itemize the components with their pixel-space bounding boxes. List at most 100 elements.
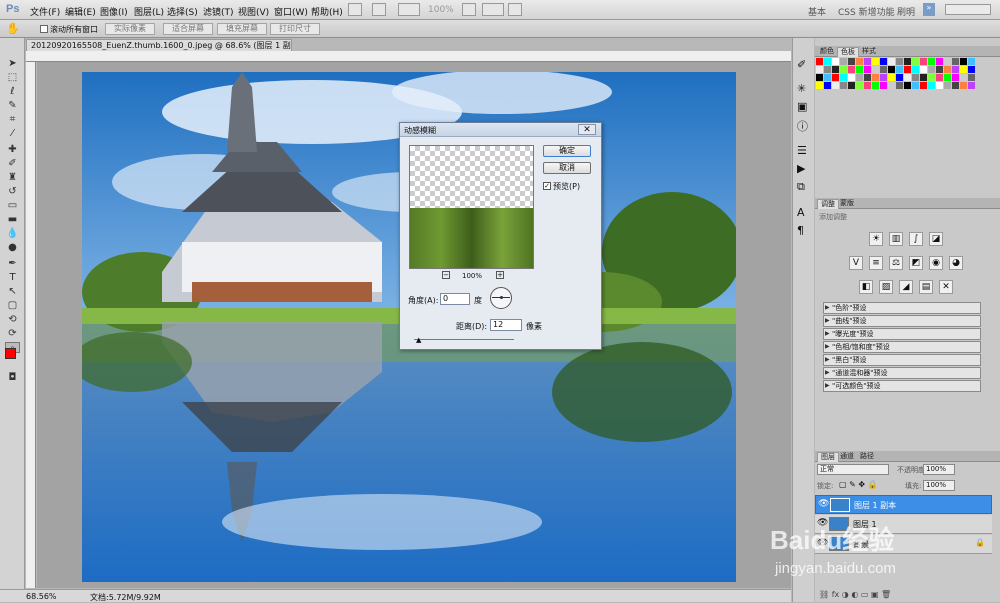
swatch[interactable] (824, 82, 831, 89)
menu-window[interactable]: 窗口(W) (274, 5, 308, 18)
swatch[interactable] (840, 74, 847, 81)
swatch[interactable] (968, 82, 975, 89)
swatch[interactable] (952, 66, 959, 73)
swatch[interactable] (832, 58, 839, 65)
swatch[interactable] (896, 58, 903, 65)
swatch[interactable] (960, 74, 967, 81)
swatch[interactable] (856, 66, 863, 73)
swatch[interactable] (888, 66, 895, 73)
preset-channel-mixer[interactable]: "通道混和器"预设 (823, 367, 981, 379)
navigator-icon[interactable]: ▣ (797, 100, 807, 113)
swatch[interactable] (840, 58, 847, 65)
swatch[interactable] (832, 66, 839, 73)
fill-screen-button[interactable]: 填充屏幕 (217, 23, 267, 35)
3d-rotate-icon[interactable]: ⟲ (5, 314, 20, 325)
swatch[interactable] (936, 58, 943, 65)
swatch[interactable] (872, 74, 879, 81)
menu-layer[interactable]: 图层(L) (134, 5, 164, 18)
swatch[interactable] (816, 66, 823, 73)
lock-icons[interactable]: ▢ ✎ ✥ 🔒 (839, 480, 878, 489)
distance-input[interactable]: 12 (490, 319, 522, 331)
history-brush-icon[interactable]: ↺ (5, 186, 20, 197)
search-help-box[interactable] (945, 4, 991, 15)
color-balance-icon[interactable]: ⚖ (889, 256, 903, 270)
swatch[interactable] (936, 82, 943, 89)
swatch[interactable] (968, 66, 975, 73)
swatch[interactable] (936, 66, 943, 73)
menu-file[interactable]: 文件(F) (30, 5, 60, 18)
tab-adjustments[interactable]: 调整 (817, 199, 839, 209)
swatch[interactable] (864, 74, 871, 81)
swatch[interactable] (864, 82, 871, 89)
workspace-paint[interactable]: 刷明 (897, 5, 915, 18)
channel-mixer-icon[interactable]: ◕ (949, 256, 963, 270)
bridge-icon[interactable] (348, 3, 362, 16)
invert-icon[interactable]: ◧ (859, 280, 873, 294)
path-select-icon[interactable]: ↖ (5, 286, 20, 297)
swatch[interactable] (896, 82, 903, 89)
bw-icon[interactable]: ◩ (909, 256, 923, 270)
print-size-button[interactable]: 打印尺寸 (270, 23, 320, 35)
swatch[interactable] (920, 58, 927, 65)
swatch[interactable] (880, 74, 887, 81)
zoom-in-icon[interactable]: + (496, 271, 504, 279)
brightness-icon[interactable]: ☀ (869, 232, 883, 246)
fit-screen-button[interactable]: 适合屏幕 (163, 23, 213, 35)
tab-masks[interactable]: 蒙版 (837, 199, 857, 209)
distance-slider-track[interactable] (414, 339, 514, 340)
type-tool-icon[interactable]: T (5, 272, 20, 283)
preset-hue-sat[interactable]: "色相/饱和度"预设 (823, 341, 981, 353)
clone-source-icon[interactable]: ⧉ (797, 180, 805, 194)
pen-tool-icon[interactable]: ✒ (5, 258, 20, 269)
swatch[interactable] (824, 58, 831, 65)
swatch[interactable] (864, 58, 871, 65)
exposure-icon[interactable]: ◪ (929, 232, 943, 246)
screen-mode-icon[interactable] (508, 3, 522, 16)
swatch[interactable] (856, 58, 863, 65)
close-icon[interactable]: ✕ (578, 124, 596, 135)
swatch[interactable] (904, 66, 911, 73)
menu-view[interactable]: 视图(V) (238, 5, 269, 18)
info-icon[interactable]: ⓘ (797, 118, 808, 134)
swatch[interactable] (888, 82, 895, 89)
3d-panel-icon[interactable]: ✳ (797, 82, 806, 95)
swatch[interactable] (920, 66, 927, 73)
swatch[interactable] (912, 66, 919, 73)
swatch[interactable] (888, 58, 895, 65)
swatch[interactable] (920, 82, 927, 89)
preset-bw[interactable]: "黑白"预设 (823, 354, 981, 366)
brush-panel-icon[interactable]: ✐ (797, 58, 806, 71)
ok-button[interactable]: 确定 (543, 145, 591, 157)
actions-icon[interactable]: ▶ (797, 162, 805, 175)
swatch[interactable] (968, 74, 975, 81)
status-zoom[interactable]: 68.56% (26, 592, 57, 601)
preview-window[interactable] (409, 145, 534, 269)
swatch[interactable] (832, 82, 839, 89)
foreground-color[interactable] (5, 348, 16, 359)
swatch[interactable] (824, 74, 831, 81)
swatch[interactable] (816, 82, 823, 89)
swatch[interactable] (880, 58, 887, 65)
swatch[interactable] (816, 58, 823, 65)
3d-camera-icon[interactable]: ⟳ (5, 328, 20, 339)
swatch[interactable] (872, 58, 879, 65)
dodge-tool-icon[interactable]: ● (5, 242, 20, 253)
vibrance-icon[interactable]: V (849, 256, 863, 270)
swatch[interactable] (960, 82, 967, 89)
layers-footer-icons[interactable]: ⛓ fx ◑ ◐ ▭ ▣ 🗑 (819, 590, 891, 599)
preset-levels[interactable]: "色阶"预设 (823, 302, 981, 314)
swatch[interactable] (872, 66, 879, 73)
blur-tool-icon[interactable]: 💧 (5, 228, 20, 239)
gradient-map-icon[interactable]: ▤ (919, 280, 933, 294)
swatch[interactable] (872, 82, 879, 89)
swatch[interactable] (928, 74, 935, 81)
swatch[interactable] (952, 58, 959, 65)
paragraph-icon[interactable]: ¶ (797, 224, 804, 237)
swatch[interactable] (904, 82, 911, 89)
tab-channels[interactable]: 通道 (837, 452, 857, 462)
swatch[interactable] (944, 82, 951, 89)
swatch[interactable] (960, 66, 967, 73)
angle-input[interactable]: 0 (440, 293, 470, 305)
preview-checkbox[interactable]: ✓ (543, 182, 551, 190)
swatch[interactable] (912, 58, 919, 65)
